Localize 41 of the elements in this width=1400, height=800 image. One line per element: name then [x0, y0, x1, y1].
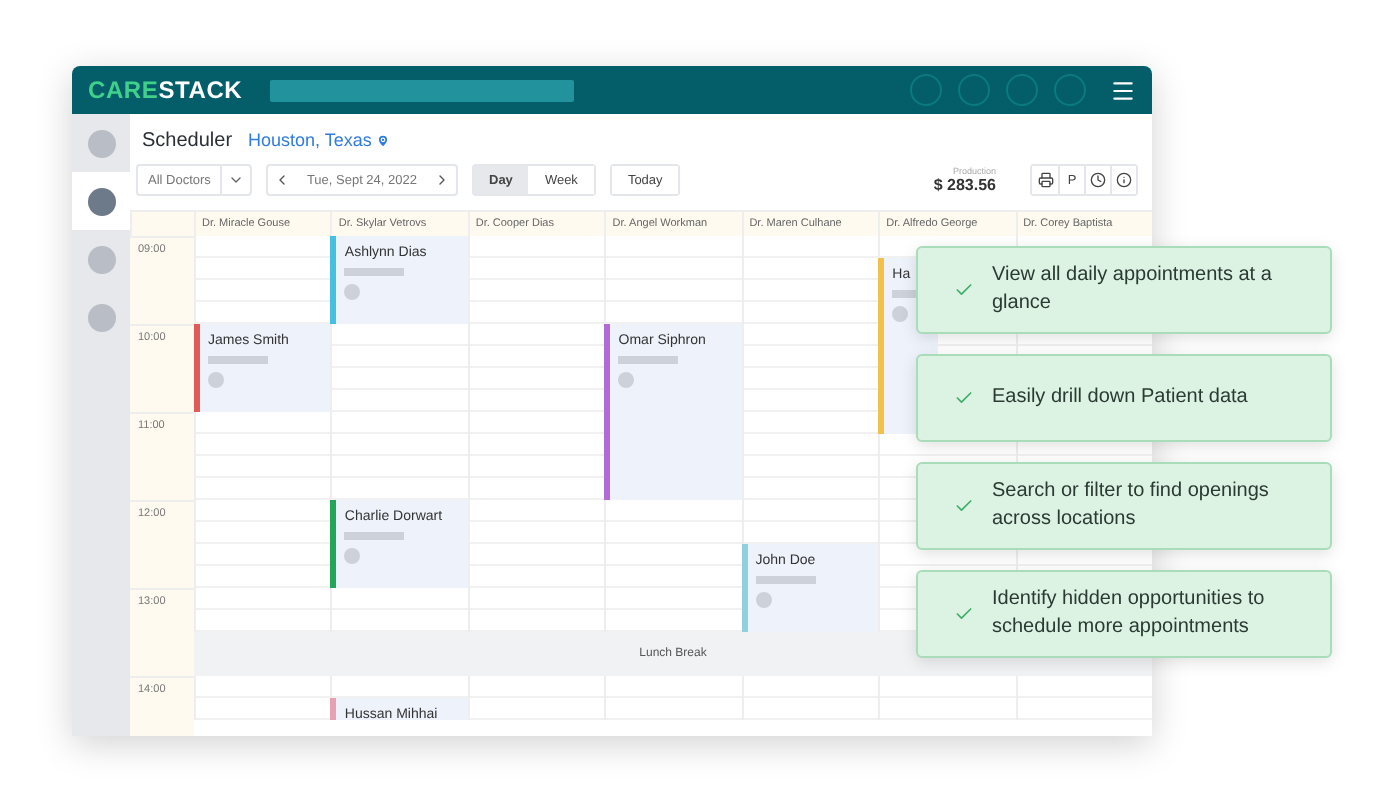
feature-text: Identify hidden opportunities to schedule more appointments — [992, 586, 1267, 642]
header-circle-icon[interactable] — [910, 74, 942, 106]
placeholder-bar — [344, 532, 405, 540]
avatar-icon — [208, 372, 224, 388]
print-icon — [1037, 172, 1053, 188]
check-icon — [954, 388, 974, 408]
avatar-icon — [87, 303, 115, 331]
logo: CARESTACK — [88, 76, 243, 104]
avatar-icon — [87, 245, 115, 273]
avatar-icon — [755, 592, 772, 608]
feature-text: Search or filter to find openings across locations — [992, 478, 1271, 534]
placeholder-bar — [755, 576, 816, 584]
avatar-icon — [87, 187, 115, 215]
header-circle-icon[interactable] — [1054, 74, 1086, 106]
feature-text: Easily drill down Patient data — [992, 384, 1248, 412]
sidebar-item[interactable] — [72, 172, 130, 230]
clock-icon — [1090, 172, 1106, 188]
avatar-icon — [618, 372, 635, 388]
avatar-icon — [344, 284, 361, 300]
search-field[interactable] — [270, 79, 575, 101]
placeholder-bar — [344, 268, 405, 276]
info-button[interactable] — [1110, 166, 1136, 194]
check-icon — [954, 496, 974, 516]
header-circle-icon[interactable] — [1006, 74, 1038, 106]
print-button[interactable] — [1032, 166, 1058, 194]
feature-text: View all daily appointments at a glance — [992, 262, 1274, 318]
location-link[interactable]: Houston, Texas — [248, 130, 390, 150]
clock-button[interactable] — [1084, 166, 1110, 194]
avatar-icon — [87, 129, 115, 157]
menu-icon[interactable] — [1110, 77, 1136, 103]
map-pin-icon — [375, 133, 390, 147]
check-icon — [954, 280, 974, 300]
avatar-icon — [892, 306, 909, 322]
placeholder-bar — [618, 356, 679, 364]
header-circle-icon[interactable] — [958, 74, 990, 106]
production-value: $ 283.56 — [933, 176, 996, 194]
info-icon — [1116, 172, 1132, 188]
placeholder-bar — [208, 356, 268, 364]
avatar-icon — [344, 548, 361, 564]
page-title: Scheduler — [142, 129, 233, 151]
check-icon — [954, 604, 974, 624]
